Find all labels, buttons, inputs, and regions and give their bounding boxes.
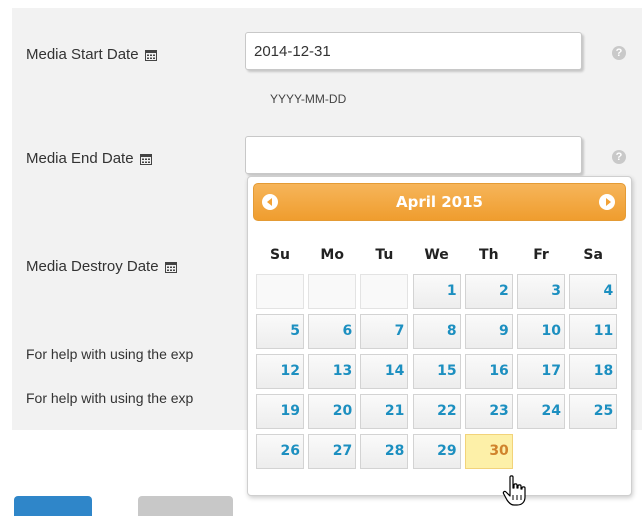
start-date-hint: YYYY-MM-DD [270,92,347,106]
day-9[interactable]: 9 [464,314,513,349]
day-20[interactable]: 20 [308,394,357,429]
end-date-label-text: Media End Date [26,150,134,167]
day-16[interactable]: 16 [464,354,513,389]
calendar-icon [139,153,152,165]
day-4[interactable]: 4 [569,274,618,309]
day-10[interactable]: 10 [517,314,565,349]
day-7[interactable]: 7 [360,314,409,349]
day-1[interactable]: 1 [412,274,461,309]
day-29[interactable]: 29 [412,434,461,469]
weekday-su: Su [269,247,291,263]
next-month-button[interactable] [599,194,615,210]
weekday-we: We [424,247,449,263]
day-11[interactable]: 11 [569,314,618,349]
empty-day-cell [308,274,357,309]
help-icon[interactable]: ? [612,150,626,164]
prev-month-button[interactable] [262,194,278,210]
weekday-mo: Mo [320,247,344,263]
day-15[interactable]: 15 [412,354,461,389]
day-23[interactable]: 23 [464,394,513,429]
datepicker: April 2015 Su Mo Tu We Th Fr Sa 1 2 3 4 5 6 7 8 9 10 11 1… [247,176,632,496]
secondary-button[interactable] [138,496,233,516]
day-2[interactable]: 2 [464,274,513,309]
weekday-th: Th [479,247,499,263]
end-date-input[interactable] [245,136,582,174]
empty-day-cell [360,274,409,309]
day-28[interactable]: 28 [360,434,409,469]
destroy-date-label-text: Media Destroy Date [26,258,159,275]
day-12[interactable]: 12 [256,354,304,389]
start-date-input[interactable] [245,32,582,70]
help-icon[interactable]: ? [612,46,626,60]
primary-button[interactable] [14,496,92,516]
end-date-label: Media End Date [26,150,152,167]
day-21[interactable]: 21 [360,394,409,429]
hand-pointer-icon [502,475,526,506]
day-22[interactable]: 22 [412,394,461,429]
help-text-2: For help with using the exp [26,390,194,406]
day-18[interactable]: 18 [569,354,618,389]
day-26[interactable]: 26 [256,434,304,469]
help-text-1: For help with using the exp [26,346,194,362]
day-3[interactable]: 3 [517,274,565,309]
weekday-sa: Sa [583,247,603,263]
next-month-icon [605,198,611,206]
start-date-label: Media Start Date [26,46,157,63]
day-17[interactable]: 17 [517,354,565,389]
day-13[interactable]: 13 [308,354,357,389]
datepicker-month-title: April 2015 [396,193,483,211]
calendar-icon [144,49,157,61]
day-19[interactable]: 19 [256,394,304,429]
weekday-tu: Tu [375,247,394,263]
day-25[interactable]: 25 [569,394,618,429]
datepicker-header: April 2015 [253,183,626,221]
day-14[interactable]: 14 [360,354,409,389]
empty-day-cell [256,274,304,309]
day-8[interactable]: 8 [412,314,461,349]
start-date-label-text: Media Start Date [26,46,139,63]
calendar-icon [164,261,177,273]
day-24[interactable]: 24 [517,394,565,429]
day-30[interactable]: 30 [464,434,513,469]
prev-month-icon [267,198,272,206]
day-27[interactable]: 27 [308,434,357,469]
destroy-date-label: Media Destroy Date [26,258,177,275]
weekday-fr: Fr [533,247,549,263]
day-5[interactable]: 5 [256,314,304,349]
day-6[interactable]: 6 [308,314,357,349]
